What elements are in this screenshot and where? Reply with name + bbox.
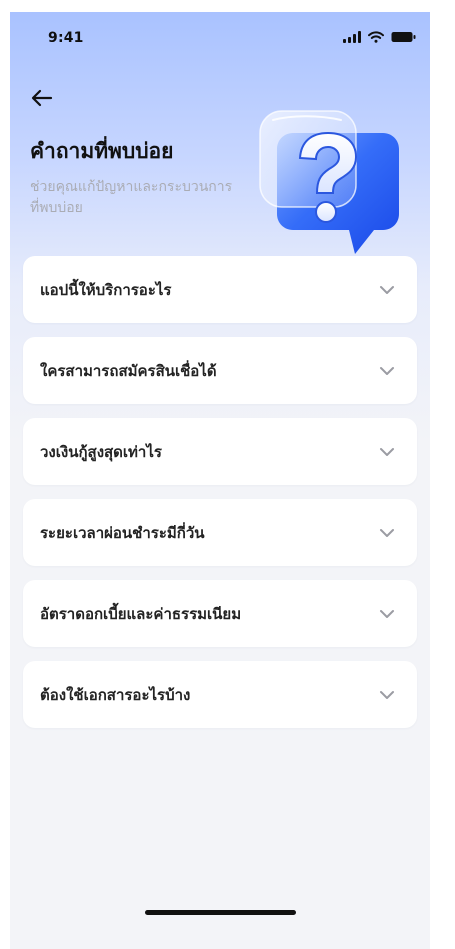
question-bubble-icon	[258, 108, 403, 268]
battery-icon	[391, 31, 416, 43]
page-title: คำถามที่พบบ่อย	[30, 139, 174, 163]
faq-item[interactable]: ต้องใช้เอกสารอะไรบ้าง	[23, 661, 417, 728]
chevron-down-icon	[379, 363, 395, 379]
back-button[interactable]	[30, 88, 54, 112]
status-icons	[343, 31, 416, 43]
wifi-icon	[368, 31, 384, 43]
status-time: 9:41	[48, 30, 84, 46]
faq-question: ต้องใช้เอกสารอะไรบ้าง	[40, 685, 191, 704]
faq-item[interactable]: แอปนี้ให้บริการอะไร	[23, 256, 417, 323]
chevron-down-icon	[379, 444, 395, 460]
faq-item[interactable]: ใครสามารถสมัครสินเชื่อได้	[23, 337, 417, 404]
faq-item[interactable]: วงเงินกู้สูงสุดเท่าไร	[23, 418, 417, 485]
page-subtitle: ช่วยคุณแก้ปัญหาและกระบวนการที่พบบ่อย	[30, 179, 233, 216]
arrow-left-icon	[31, 89, 53, 111]
cellular-signal-icon	[343, 31, 361, 43]
chevron-down-icon	[379, 606, 395, 622]
faq-item[interactable]: อัตราดอกเบี้ยและค่าธรรมเนียม	[23, 580, 417, 647]
faq-question: อัตราดอกเบี้ยและค่าธรรมเนียม	[40, 604, 242, 623]
faq-question: ระยะเวลาผ่อนชำระมีกี่วัน	[40, 523, 205, 542]
chevron-down-icon	[379, 687, 395, 703]
faq-question: ใครสามารถสมัครสินเชื่อได้	[40, 361, 217, 380]
faq-list: แอปนี้ให้บริการอะไร ใครสามารถสมัครสินเชื…	[23, 256, 417, 742]
status-bar: 9:41	[10, 12, 430, 64]
chevron-down-icon	[379, 282, 395, 298]
faq-question: วงเงินกู้สูงสุดเท่าไร	[40, 442, 162, 461]
faq-question: แอปนี้ให้บริการอะไร	[40, 280, 172, 299]
home-indicator	[145, 910, 296, 915]
phone-screen: 9:41 คำถามที่พบบ่อย ช่วยคุณแก้ปัญหาและกร…	[10, 12, 430, 949]
faq-item[interactable]: ระยะเวลาผ่อนชำระมีกี่วัน	[23, 499, 417, 566]
chevron-down-icon	[379, 525, 395, 541]
